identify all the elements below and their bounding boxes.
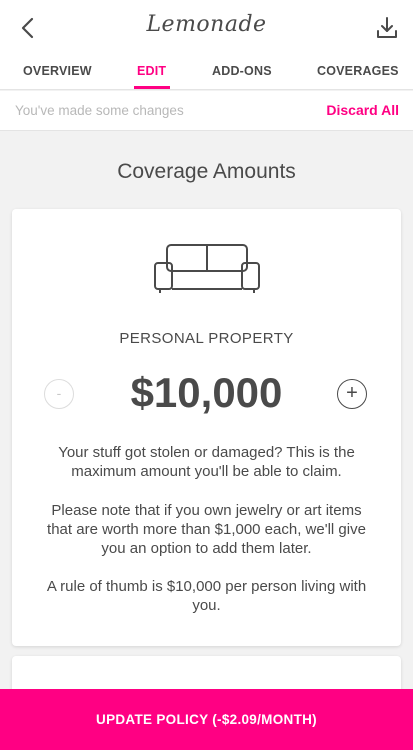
- top-bar: Lemonade: [0, 0, 413, 56]
- update-policy-button[interactable]: UPDATE POLICY (-$2.09/MONTH): [0, 689, 413, 750]
- coverage-description: Your stuff got stolen or damaged? This i…: [58, 444, 355, 480]
- tab-edit[interactable]: EDIT: [137, 64, 166, 78]
- jewelry-note: Please note that if you own jewelry or a…: [47, 502, 366, 557]
- active-tab-indicator: [134, 86, 170, 89]
- discard-all-button[interactable]: Discard All: [326, 102, 399, 118]
- download-icon: [377, 17, 397, 38]
- app-logo: Lemonade: [146, 12, 267, 37]
- changes-bar: You've made some changes Discard All: [0, 91, 413, 131]
- section-title: Coverage Amounts: [117, 160, 296, 183]
- changes-message: You've made some changes: [15, 103, 184, 118]
- tab-coverages[interactable]: COVERAGES: [317, 64, 399, 78]
- sofa-icon: [154, 244, 260, 293]
- rule-of-thumb-note: A rule of thumb is $10,000 per person li…: [46, 578, 367, 614]
- tab-overview[interactable]: OVERVIEW: [23, 64, 92, 78]
- increase-button[interactable]: +: [337, 379, 367, 409]
- coverage-card: PERSONAL PROPERTY - $10,000 + Your stuff…: [12, 209, 401, 646]
- tab-bar: OVERVIEW EDIT ADD-ONS COVERAGES: [0, 56, 413, 90]
- download-button[interactable]: [373, 14, 401, 42]
- coverage-label: PERSONAL PROPERTY: [119, 330, 294, 347]
- tab-add-ons[interactable]: ADD-ONS: [212, 64, 272, 78]
